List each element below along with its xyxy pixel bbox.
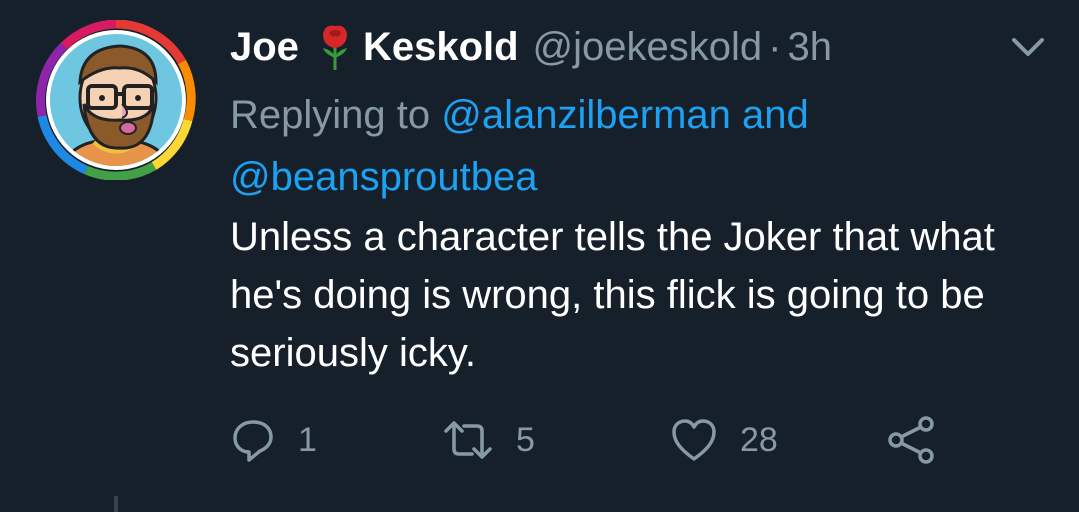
share-icon: [888, 416, 934, 464]
mention-alanzilberman[interactable]: @alanzilberman: [441, 93, 731, 137]
like-count: 28: [740, 420, 778, 459]
like-icon: [672, 419, 716, 461]
reply-icon: [233, 420, 273, 462]
avatar-image: [36, 19, 196, 181]
separator-dot: ·: [768, 25, 782, 69]
share-button[interactable]: [886, 412, 936, 468]
avatar[interactable]: [36, 19, 196, 181]
tweet[interactable]: Joe Keskold @joekeskold · 3h Replying to…: [0, 0, 1079, 512]
like-button[interactable]: 28: [670, 412, 778, 468]
tweet-header: Joe Keskold @joekeskold · 3h: [230, 18, 1030, 76]
thread-line: [114, 496, 118, 512]
retweet-icon: [444, 421, 492, 459]
tweet-content: Joe Keskold @joekeskold · 3h Replying to…: [230, 18, 1030, 382]
tweet-actions: 1 5 28: [230, 412, 970, 468]
retweet-count: 5: [516, 420, 535, 459]
mention-beansproutbea[interactable]: @beansproutbea: [230, 155, 538, 199]
author-last-name[interactable]: Keskold: [363, 18, 519, 76]
replying-to-and[interactable]: and: [742, 93, 809, 137]
tweet-text: Unless a character tells the Joker that …: [230, 215, 995, 375]
author-handle[interactable]: @joekeskold: [533, 18, 763, 76]
replying-to-label: Replying to: [230, 93, 431, 137]
reply-button[interactable]: 1: [230, 412, 317, 468]
reply-count: 1: [298, 420, 317, 459]
chevron-down-icon[interactable]: [1010, 32, 1046, 60]
retweet-button[interactable]: 5: [442, 412, 535, 468]
tweet-time[interactable]: 3h: [787, 18, 832, 76]
author-first-name[interactable]: Joe: [230, 18, 299, 76]
replying-to: Replying to @alanzilberman and @beanspro…: [230, 84, 890, 208]
rose-icon: [322, 25, 347, 70]
